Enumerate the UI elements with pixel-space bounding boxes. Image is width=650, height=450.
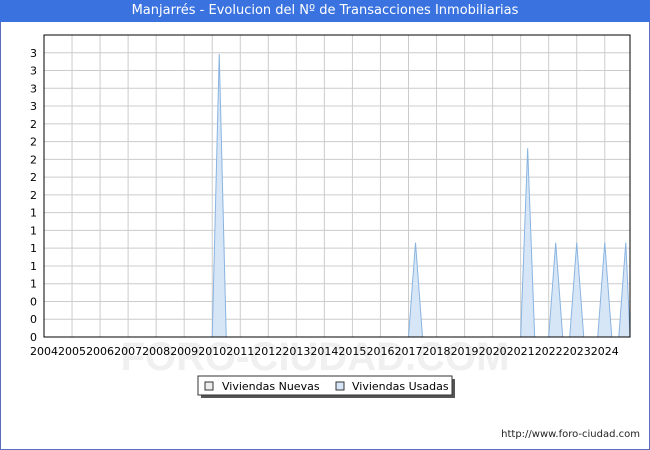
y-tick-label: 2 bbox=[30, 189, 37, 202]
legend-swatch-usadas bbox=[335, 381, 345, 391]
x-tick-label: 2016 bbox=[366, 345, 394, 358]
y-tick-label: 1 bbox=[30, 242, 37, 255]
y-tick-label: 0 bbox=[30, 313, 37, 326]
x-tick-label: 2014 bbox=[310, 345, 338, 358]
legend: Viviendas Nuevas Viviendas Usadas bbox=[197, 375, 455, 398]
x-tick-label: 2007 bbox=[114, 345, 142, 358]
series-peak bbox=[597, 242, 613, 338]
y-tick-label: 2 bbox=[30, 171, 37, 184]
y-tick-label: 3 bbox=[30, 82, 37, 95]
series-layer bbox=[211, 53, 631, 338]
x-tick-label: 2021 bbox=[507, 345, 535, 358]
plot-border bbox=[43, 34, 631, 338]
source-url: http://www.foro-ciudad.com bbox=[501, 429, 640, 440]
x-tick-label: 2015 bbox=[338, 345, 366, 358]
x-tick-label: 2009 bbox=[170, 345, 198, 358]
y-tick-label: 3 bbox=[30, 47, 37, 60]
y-tick-label: 1 bbox=[30, 224, 37, 237]
series-peak bbox=[618, 242, 631, 338]
x-tick-label: 2017 bbox=[394, 345, 422, 358]
grid bbox=[44, 35, 630, 337]
series-peak bbox=[569, 242, 585, 338]
series-peak bbox=[548, 242, 564, 338]
x-tick-label: 2023 bbox=[563, 345, 591, 358]
legend-swatch-nuevas bbox=[204, 381, 214, 391]
y-tick-label: 3 bbox=[30, 100, 37, 113]
y-tick-label: 2 bbox=[30, 118, 37, 131]
chart-svg: FORO-CIUDAD.COM 00011111222223333 2004 20… bbox=[30, 34, 631, 398]
x-tick-label: 2006 bbox=[86, 345, 114, 358]
x-tick-label: 2013 bbox=[282, 345, 310, 358]
x-tick-label: 2020 bbox=[479, 345, 507, 358]
y-tick-label: 0 bbox=[30, 331, 37, 344]
x-tick-label: 2012 bbox=[254, 345, 282, 358]
legend-label-usadas: Viviendas Usadas bbox=[352, 380, 449, 393]
y-tick-label: 1 bbox=[30, 207, 37, 220]
series-peak bbox=[520, 148, 536, 338]
x-tick-label: 2022 bbox=[535, 345, 563, 358]
x-tick-label: 2010 bbox=[198, 345, 226, 358]
y-tick-label: 3 bbox=[30, 65, 37, 78]
y-tick-label: 0 bbox=[30, 295, 37, 308]
y-tick-label: 2 bbox=[30, 136, 37, 149]
series-peak bbox=[407, 242, 424, 338]
x-tick-label: 2004 bbox=[30, 345, 58, 358]
x-tick-label: 2011 bbox=[226, 345, 254, 358]
y-axis-ticks: 0 0 0 1 1 1 1 1 2 2 2 2 2 3 3 3 3 bbox=[30, 47, 37, 344]
x-tick-label: 2018 bbox=[423, 345, 451, 358]
x-tick-label: 2005 bbox=[58, 345, 86, 358]
y-tick-label: 1 bbox=[30, 260, 37, 273]
x-tick-label: 2024 bbox=[591, 345, 619, 358]
x-tick-label: 2008 bbox=[142, 345, 170, 358]
x-tick-label: 2019 bbox=[451, 345, 479, 358]
y-tick-label: 2 bbox=[30, 153, 37, 166]
legend-label-nuevas: Viviendas Nuevas bbox=[222, 380, 320, 393]
y-tick-label: 1 bbox=[30, 278, 37, 291]
x-axis-ticks: 2004 2005 2006 2007 2008 2009 2010 2011 2012 2013… bbox=[30, 345, 619, 358]
series-peak bbox=[211, 53, 227, 338]
